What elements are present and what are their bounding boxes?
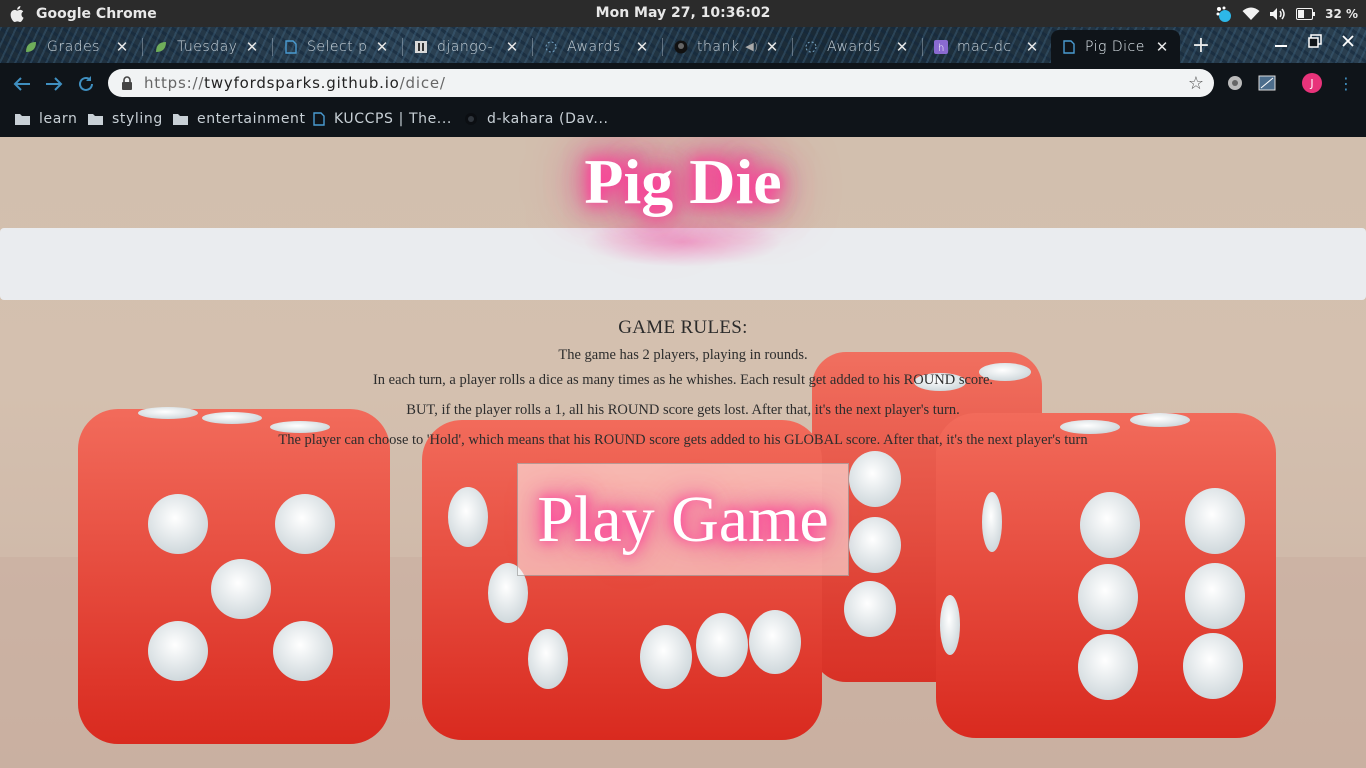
rule-item: BUT, if the player rolls a 1, all his RO…	[406, 402, 960, 418]
book-icon	[413, 39, 429, 55]
rules-heading: GAME RULES:	[618, 317, 748, 338]
back-arrow-icon[interactable]	[10, 72, 34, 96]
bookmarks-bar: learn styling entertainment KUCCPS | The…	[0, 103, 1366, 137]
close-icon[interactable]: ✕	[1154, 38, 1170, 56]
close-icon[interactable]: ✕	[634, 38, 650, 56]
new-tab-button[interactable]: +	[1189, 33, 1213, 58]
close-icon[interactable]: ✕	[894, 38, 910, 56]
tab-awards-2[interactable]: Awards ✕	[793, 30, 920, 63]
tab-mac-dc[interactable]: h mac-dc ✕	[923, 30, 1050, 63]
maximize-icon[interactable]	[1308, 34, 1322, 52]
volume-icon[interactable]	[1269, 7, 1287, 21]
tab-pig-dice[interactable]: Pig Dice ✕	[1051, 30, 1180, 63]
screenshot-extension-icon[interactable]	[1258, 74, 1276, 92]
tab-tuesday[interactable]: Tuesday ✕	[143, 30, 270, 63]
leaf-icon	[153, 39, 169, 55]
sparkle-icon	[803, 39, 819, 55]
active-app-name[interactable]: Google Chrome	[36, 6, 157, 22]
sparkle-icon	[543, 39, 559, 55]
github-icon	[673, 39, 689, 55]
die-left	[78, 407, 390, 744]
close-icon[interactable]: ✕	[114, 38, 130, 56]
address-bar[interactable]: https://twyfordsparks.github.io/dice/ ☆	[108, 69, 1214, 97]
close-icon[interactable]: ✕	[504, 38, 520, 56]
browser-toolbar: https://twyfordsparks.github.io/dice/ ☆ …	[0, 63, 1366, 103]
leaf-icon	[23, 39, 39, 55]
rule-item: The game has 2 players, playing in round…	[558, 347, 808, 363]
title-glow	[583, 217, 783, 267]
minimize-icon[interactable]	[1275, 34, 1287, 52]
document-icon	[283, 39, 299, 55]
document-icon	[313, 112, 325, 126]
menu-kebab-icon[interactable]: ⋮	[1338, 74, 1356, 93]
lock-icon[interactable]	[121, 76, 135, 90]
audio-playing-icon[interactable]: ◀)	[745, 40, 758, 53]
rule-item: The player can choose to 'Hold', which m…	[278, 432, 1088, 448]
battery-icon[interactable]	[1296, 7, 1316, 20]
page-title: Pig Die	[584, 146, 782, 217]
tab-thank[interactable]: thank ◀) ✕	[663, 30, 790, 63]
apple-menu-icon[interactable]	[0, 0, 36, 27]
bookmark-star-icon[interactable]: ☆	[1188, 73, 1204, 94]
close-icon[interactable]: ✕	[374, 38, 390, 56]
die-right	[936, 413, 1276, 738]
bookmark-kuccps[interactable]: KUCCPS | The...	[313, 111, 452, 127]
close-window-icon[interactable]	[1341, 34, 1355, 52]
folder-icon	[173, 113, 188, 125]
tab-awards[interactable]: Awards ✕	[533, 30, 660, 63]
tab-title: Pig Dice	[1085, 38, 1145, 55]
profile-avatar[interactable]: J	[1302, 73, 1322, 93]
os-top-bar: Google Chrome Mon May 27, 10:36:02 32 %	[0, 0, 1366, 27]
tab-select[interactable]: Select p ✕	[273, 30, 400, 63]
clock[interactable]: Mon May 27, 10:36:02	[596, 5, 771, 21]
bookmark-entertainment[interactable]: entertainment	[173, 111, 306, 127]
tab-title: Awards	[827, 38, 881, 55]
tab-strip: Grades ✕ Tuesday ✕ Select p ✕ django- ✕ …	[0, 27, 1366, 63]
tab-title: Select p	[307, 38, 368, 55]
tab-title: thank	[697, 38, 740, 55]
close-icon[interactable]: ✕	[244, 38, 260, 56]
close-icon[interactable]: ✕	[764, 38, 780, 56]
slack-icon[interactable]	[1215, 5, 1233, 23]
url-text[interactable]: https://twyfordsparks.github.io/dice/	[144, 74, 446, 92]
tab-title: mac-dc	[957, 38, 1012, 55]
battery-percent: 32 %	[1325, 6, 1358, 21]
tab-title: Awards	[567, 38, 621, 55]
reload-icon[interactable]	[74, 72, 98, 96]
game-rules: GAME RULES: The game has 2 players, play…	[0, 317, 1366, 455]
forward-arrow-icon[interactable]	[42, 72, 66, 96]
play-game-button[interactable]: Play Game	[517, 463, 849, 576]
svg-text:h: h	[938, 43, 944, 54]
tab-title: django-	[437, 38, 494, 55]
bookmark-d-kahara[interactable]: d-kahara (Dav...	[464, 111, 609, 127]
folder-icon	[15, 113, 30, 125]
heroku-icon: h	[933, 39, 949, 55]
wifi-icon[interactable]	[1242, 7, 1260, 21]
github-icon	[464, 112, 478, 126]
bookmark-learn[interactable]: learn	[15, 111, 77, 127]
page-content: Pig Die GAME RULES: The game has 2 playe…	[0, 137, 1366, 768]
tab-django[interactable]: django- ✕	[403, 30, 530, 63]
tab-title: Grades	[47, 38, 100, 55]
tab-grades[interactable]: Grades ✕	[13, 30, 140, 63]
close-icon[interactable]: ✕	[1024, 38, 1040, 56]
bookmark-styling[interactable]: styling	[88, 111, 163, 127]
folder-icon	[88, 113, 103, 125]
document-icon	[1061, 39, 1077, 55]
extension-icon[interactable]	[1226, 74, 1244, 92]
rule-item: In each turn, a player rolls a dice as m…	[372, 372, 994, 388]
tab-title: Tuesday	[177, 38, 238, 55]
